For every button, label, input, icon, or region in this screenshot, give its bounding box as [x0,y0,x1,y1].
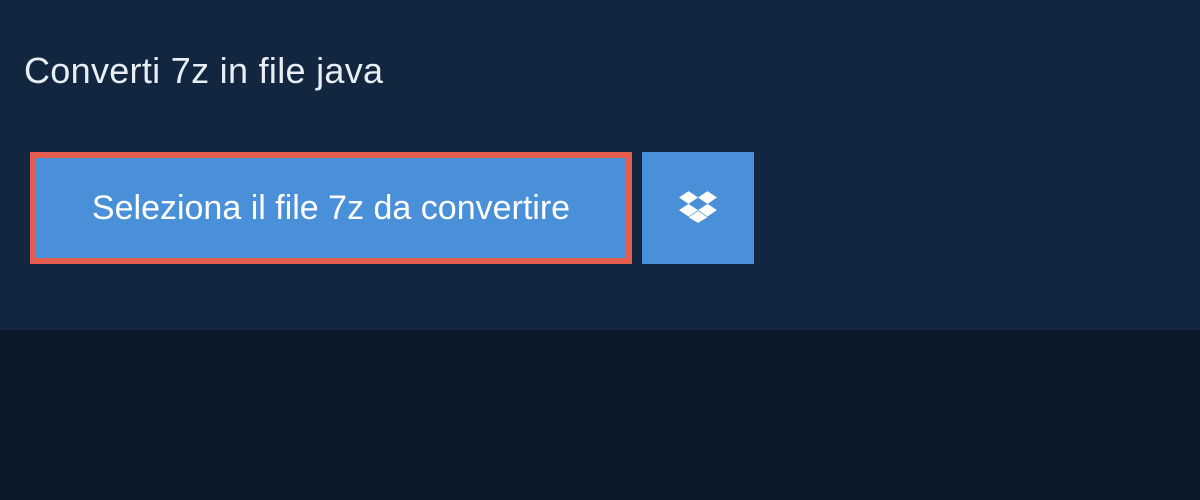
dropbox-icon [679,188,717,229]
select-file-button[interactable]: Seleziona il file 7z da convertire [36,158,626,258]
select-file-label: Seleziona il file 7z da convertire [92,189,570,228]
select-file-highlight: Seleziona il file 7z da convertire [30,152,632,264]
main-panel: Converti 7z in file java Seleziona il fi… [0,0,1200,330]
page-title: Converti 7z in file java [24,50,383,92]
dropbox-button[interactable] [642,152,754,264]
tab-header: Converti 7z in file java [0,32,413,110]
action-row: Seleziona il file 7z da convertire [30,152,754,264]
